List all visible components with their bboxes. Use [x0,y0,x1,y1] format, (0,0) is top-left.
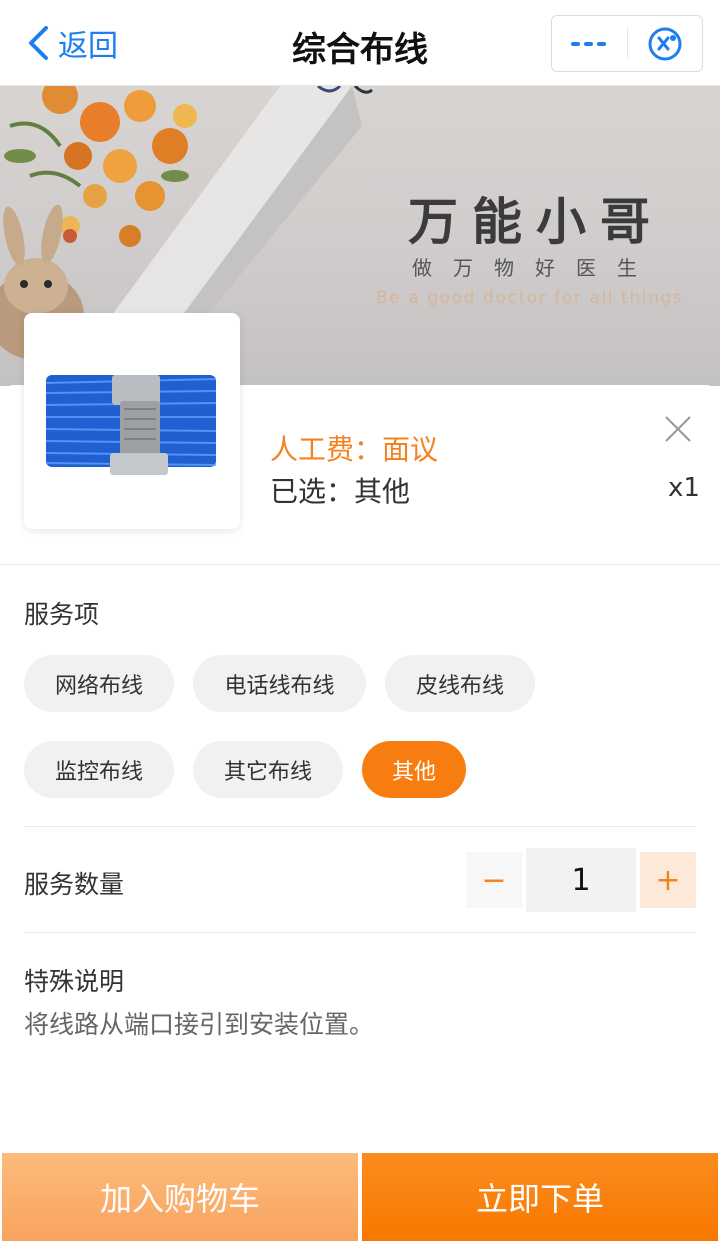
brand-title: 万能小哥 [408,193,664,251]
quantity-decrease-button[interactable]: − [466,852,522,908]
quantity-mark: x1 [668,473,700,503]
service-option-other[interactable]: 其他 [362,741,466,798]
more-button[interactable] [552,16,627,71]
service-label: 服务项 [24,600,100,629]
quantity-value[interactable]: 1 [526,848,636,912]
note-text: 将线路从端口接引到安装位置。 [24,1010,375,1039]
brand-subtitle: 做万物好医生 [412,256,658,280]
quantity-label: 服务数量 [24,870,125,899]
nav-bar: 返回 综合布线 [0,0,720,86]
service-option-monitoring[interactable]: 监控布线 [24,741,174,798]
order-now-button[interactable]: 立即下单 [362,1153,718,1241]
note-label: 特殊说明 [24,967,125,996]
more-dots-icon [571,41,607,46]
selected-option-label: 已选：其他 [270,475,411,508]
service-option-network[interactable]: 网络布线 [24,655,174,712]
quantity-increase-button[interactable]: + [640,852,696,908]
add-to-cart-button[interactable]: 加入购物车 [2,1153,358,1241]
close-miniprogram-icon [648,27,682,60]
service-option-telephone[interactable]: 电话线布线 [193,655,366,712]
brand-english: Be a good doctor for all things [376,288,684,308]
miniprogram-capsule [551,15,703,72]
divider [24,932,696,933]
cable-clamp-image [45,375,217,475]
divider [0,564,720,565]
price-label: 人工费：面议 [270,433,439,466]
service-option-drop-cable[interactable]: 皮线布线 [385,655,535,712]
close-miniprogram-button[interactable] [628,16,703,71]
service-option-other-cabling[interactable]: 其它布线 [193,741,343,798]
close-icon [665,416,691,442]
close-sheet-button[interactable] [662,413,694,445]
divider [24,826,696,827]
product-image [24,313,240,529]
